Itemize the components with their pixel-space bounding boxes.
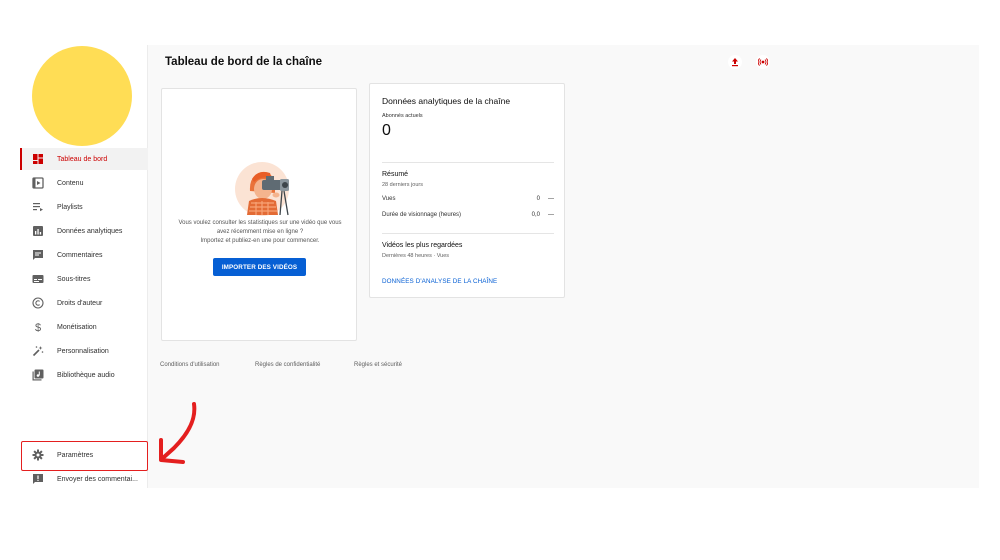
footer-link-privacy[interactable]: Règles de confidentialité bbox=[255, 362, 320, 368]
sidebar-item-label: Sous-titres bbox=[57, 275, 91, 283]
analytics-icon bbox=[32, 225, 44, 237]
audio-library-icon bbox=[32, 369, 44, 381]
divider bbox=[382, 162, 554, 163]
go-live-button[interactable] bbox=[756, 55, 770, 69]
settings-highlight-box bbox=[21, 441, 148, 471]
channel-analytics-card: Données analytiques de la chaîne Abonnés… bbox=[369, 83, 565, 298]
channel-analytics-link[interactable]: DONNÉES D'ANALYSE DE LA CHAÎNE bbox=[382, 278, 497, 285]
upload-icon bbox=[730, 57, 740, 67]
sidebar-item-label: Contenu bbox=[57, 179, 84, 187]
sidebar: Tableau de bord Contenu Playlists Donnée… bbox=[20, 45, 148, 488]
live-icon bbox=[758, 57, 768, 67]
divider bbox=[382, 233, 554, 234]
sidebar-item-label: Données analytiques bbox=[57, 227, 123, 235]
sidebar-item-playlists[interactable]: Playlists bbox=[20, 196, 148, 218]
summary-title: Résumé bbox=[382, 171, 409, 178]
footer-link-terms[interactable]: Conditions d'utilisation bbox=[160, 362, 220, 368]
footer-link-safety[interactable]: Règles et sécurité bbox=[354, 362, 402, 368]
sidebar-item-label: Playlists bbox=[57, 203, 83, 211]
sidebar-item-analytics[interactable]: Données analytiques bbox=[20, 220, 148, 242]
subscribers-count: 0 bbox=[382, 122, 391, 139]
sidebar-item-content[interactable]: Contenu bbox=[20, 172, 148, 194]
upload-prompt-line: Importez et publiez-en une pour commence… bbox=[200, 238, 320, 244]
metric-value: 0 bbox=[536, 196, 540, 202]
metric-row-views: Vues 0 — bbox=[382, 196, 554, 205]
metric-label: Durée de visionnage (heures) bbox=[382, 212, 462, 218]
upload-prompt-line: Vous voulez consulter les statistiques s… bbox=[178, 220, 342, 226]
sidebar-item-copyright[interactable]: Droits d'auteur bbox=[20, 292, 148, 314]
dollar-icon: $ bbox=[32, 321, 44, 333]
upload-prompt-line: avez récemment mise en ligne ? bbox=[216, 229, 304, 235]
playlist-icon bbox=[32, 201, 44, 213]
copyright-icon bbox=[32, 297, 44, 309]
sidebar-item-subtitles[interactable]: Sous-titres bbox=[20, 268, 148, 290]
sidebar-item-monetization[interactable]: $ Monétisation bbox=[20, 316, 148, 338]
import-videos-button[interactable]: IMPORTER DES VIDÉOS bbox=[213, 258, 306, 276]
metric-trend: — bbox=[548, 196, 554, 202]
svg-text:$: $ bbox=[35, 322, 41, 333]
sidebar-item-label: Commentaires bbox=[57, 251, 103, 259]
dashboard-icon bbox=[32, 153, 44, 165]
subscribers-label: Abonnés actuels bbox=[382, 113, 423, 119]
analytics-card-title: Données analytiques de la chaîne bbox=[382, 96, 511, 106]
metric-row-watch-time: Durée de visionnage (heures) 0,0 — bbox=[382, 212, 554, 221]
sidebar-item-label: Personnalisation bbox=[57, 347, 109, 355]
camera-operator-illustration bbox=[232, 155, 296, 217]
sidebar-item-dashboard[interactable]: Tableau de bord bbox=[20, 148, 148, 170]
sidebar-item-label: Tableau de bord bbox=[57, 155, 108, 163]
upload-prompt-text: Vous voulez consulter les statistiques s… bbox=[170, 219, 350, 246]
sidebar-item-audio-library[interactable]: Bibliothèque audio bbox=[20, 364, 148, 386]
annotation-arrow-icon bbox=[159, 402, 197, 464]
top-videos-subtitle: Dernières 48 heures · Vues bbox=[382, 253, 450, 259]
channel-avatar[interactable] bbox=[32, 46, 132, 146]
sidebar-item-feedback[interactable]: Envoyer des commentai... bbox=[20, 468, 148, 488]
sidebar-item-label: Monétisation bbox=[57, 323, 97, 331]
upload-video-card: Vous voulez consulter les statistiques s… bbox=[161, 88, 357, 341]
upload-button[interactable] bbox=[728, 55, 742, 69]
sidebar-item-label: Envoyer des commentai... bbox=[57, 475, 138, 483]
magic-wand-icon bbox=[32, 345, 44, 357]
page-title: Tableau de bord de la chaîne bbox=[165, 56, 322, 68]
sidebar-item-label: Bibliothèque audio bbox=[57, 371, 115, 379]
comments-icon bbox=[32, 249, 44, 261]
summary-period: 28 derniers jours bbox=[382, 182, 423, 188]
content-icon bbox=[32, 177, 44, 189]
top-videos-title: Vidéos les plus regardées bbox=[382, 242, 463, 249]
metric-label: Vues bbox=[382, 196, 396, 202]
feedback-icon bbox=[32, 473, 44, 485]
sidebar-item-label: Droits d'auteur bbox=[57, 299, 103, 307]
sidebar-item-customization[interactable]: Personnalisation bbox=[20, 340, 148, 362]
subtitles-icon bbox=[32, 273, 44, 285]
metric-value: 0,0 bbox=[531, 212, 540, 218]
sidebar-item-comments[interactable]: Commentaires bbox=[20, 244, 148, 266]
metric-trend: — bbox=[548, 212, 554, 218]
